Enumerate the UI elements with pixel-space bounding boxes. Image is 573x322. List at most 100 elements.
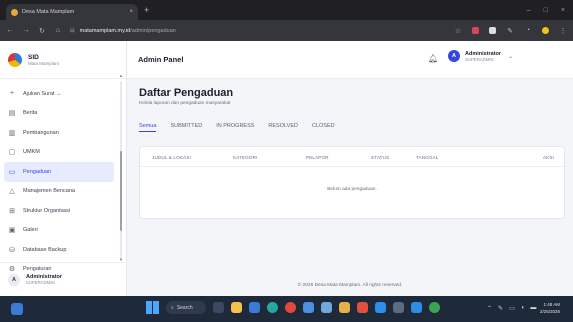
- admin-avatar: A: [448, 50, 460, 62]
- topbar: Admin Panel 🔔︎ A Administrator SUPERADMI…: [127, 41, 573, 79]
- sidebar-item-label: Ajukan Surat →: [23, 90, 62, 97]
- sidebar: SID Mata Mamplam + Ajukan Surat → ▤ Berita ▥…: [0, 41, 127, 296]
- task-view-icon[interactable]: [213, 302, 224, 313]
- store-icon[interactable]: [249, 302, 260, 313]
- browser-toolbar: ← → ↻ ⌂ ⊟ matamamplam.my.id/admin/pengad…: [0, 20, 573, 41]
- complaints-table: JUDUL & LOKASI KATEGORI PELAPOR STATUS TANGG…: [139, 146, 565, 219]
- browser-tab[interactable]: Desa Mata Mamplam ×: [6, 4, 138, 20]
- building-icon: ▥: [8, 129, 16, 137]
- taskbar-search[interactable]: ⌕ Search: [166, 301, 206, 314]
- bookmark-star-icon[interactable]: ☆: [454, 27, 462, 35]
- pen-icon[interactable]: ✎: [506, 27, 514, 35]
- extension-red-icon[interactable]: [472, 27, 479, 34]
- volume-icon[interactable]: ◖: [521, 305, 525, 312]
- column-header: STATUS: [371, 155, 390, 160]
- page-subtitle: Kelola laporan dan pengaduan masyarakat: [139, 101, 231, 106]
- sidebar-menu: + Ajukan Surat → ▤ Berita ▥ Pembangunan ▢ UMKM ▭…: [0, 79, 126, 279]
- widgets-icon[interactable]: [11, 303, 23, 315]
- file-explorer-icon[interactable]: [231, 302, 242, 313]
- close-window-button[interactable]: ×: [561, 7, 565, 14]
- vlc-icon[interactable]: [357, 302, 368, 313]
- site-info-icon[interactable]: ⊟: [70, 28, 75, 34]
- monitor-icon[interactable]: ▭: [509, 305, 515, 312]
- back-icon[interactable]: ←: [6, 27, 14, 34]
- url-path: /admin/pengaduan: [130, 27, 176, 34]
- notification-badge-icon[interactable]: [429, 302, 440, 313]
- chrome-icon[interactable]: [285, 302, 296, 313]
- admin-menu[interactable]: A Administrator SUPERADMIN ⌄: [448, 50, 513, 62]
- column-header: TANGGAL: [416, 155, 439, 160]
- tab-semua[interactable]: Semua: [139, 123, 157, 132]
- sidebar-item-label: Pengaduan: [23, 168, 52, 175]
- column-header: AKSI: [542, 155, 554, 160]
- chat-icon: ▭: [8, 168, 16, 176]
- image-icon: ▣: [8, 227, 16, 235]
- sidebar-item-label: Manajemen Bencana: [23, 188, 75, 195]
- git-icon[interactable]: [339, 302, 350, 313]
- scrollbar-thumb[interactable]: [120, 151, 122, 231]
- vscode-icon[interactable]: [375, 302, 386, 313]
- brand[interactable]: SID Mata Mamplam: [0, 41, 126, 79]
- address-bar[interactable]: ⊟ matamamplam.my.id/admin/pengaduan: [70, 24, 446, 38]
- table-header: JUDUL & LOKASI KATEGORI PELAPOR STATUS TANGG…: [140, 147, 564, 167]
- forward-icon[interactable]: →: [22, 27, 30, 34]
- arrow-app-icon[interactable]: [411, 302, 422, 313]
- search-label: Search: [176, 304, 193, 311]
- sidebar-item-pengaduan[interactable]: ▭ Pengaduan: [4, 162, 114, 182]
- tab-in-progress[interactable]: IN PROGRESS: [216, 123, 254, 132]
- main-content: Daftar Pengaduan Kelola laporan dan peng…: [127, 79, 573, 296]
- column-header: PELAPOR: [306, 155, 329, 160]
- window-controls: – □ ×: [527, 7, 573, 14]
- terminal-icon[interactable]: [393, 302, 404, 313]
- edge-icon[interactable]: [267, 302, 278, 313]
- sidebar-item-manajemen-bencana[interactable]: △ Manajemen Bencana: [0, 182, 114, 202]
- tab-submitted[interactable]: SUBMITTED: [170, 123, 202, 132]
- sidebar-item-berita[interactable]: ▤ Berita: [0, 104, 114, 124]
- tab-close-icon[interactable]: ×: [129, 9, 133, 15]
- minimize-button[interactable]: –: [527, 7, 531, 14]
- sidebar-item-ajukan-surat[interactable]: + Ajukan Surat →: [0, 84, 114, 104]
- date: 2/25/2026: [540, 309, 561, 314]
- photos-icon[interactable]: [303, 302, 314, 313]
- sidebar-item-struktur-organisasi[interactable]: ⊞ Struktur Organisasi: [0, 201, 114, 221]
- page-header-title: Admin Panel: [138, 55, 184, 64]
- plus-icon: +: [9, 90, 15, 98]
- history-icon[interactable]: ◔: [524, 27, 532, 34]
- profile-icon[interactable]: [542, 27, 549, 34]
- reload-icon[interactable]: ↻: [38, 27, 46, 35]
- home-icon[interactable]: ⌂: [54, 27, 62, 34]
- maximize-button[interactable]: □: [544, 7, 548, 14]
- admin-role: SUPERADMIN: [465, 56, 494, 62]
- taskbar: ⌕ Search ⌃ ✎ ▭ ◖ ▬ 1:48 AM 2/25/2026: [0, 296, 573, 322]
- status-tabs: Semua SUBMITTED IN PROGRESS RESOLVED CLOSED: [139, 123, 335, 132]
- tray-chevron-icon[interactable]: ⌃: [487, 305, 492, 312]
- footer-copyright: © 2026 Desa Mata Mamplam. All rights res…: [297, 283, 403, 288]
- news-icon: ▤: [8, 110, 16, 118]
- pen-tray-icon[interactable]: ✎: [498, 305, 503, 312]
- battery-icon[interactable]: ▬: [530, 305, 536, 312]
- windows-start-icon[interactable]: [146, 301, 159, 314]
- sidebar-item-label: UMKM: [23, 149, 40, 156]
- scroll-up-icon[interactable]: ▲: [119, 73, 123, 78]
- search-icon: ⌕: [171, 304, 174, 311]
- tab-resolved[interactable]: RESOLVED: [268, 123, 298, 132]
- brand-subtitle: Mata Mamplam: [28, 60, 60, 66]
- sidebar-user[interactable]: A Administrator SUPERADMIN: [0, 262, 126, 296]
- tab-closed[interactable]: CLOSED: [312, 123, 335, 132]
- sidebar-item-umkm[interactable]: ▢ UMKM: [0, 143, 114, 163]
- sidebar-item-database-backup[interactable]: ⛁ Database Backup: [0, 240, 114, 260]
- menu-kebab-icon[interactable]: ⋮: [559, 27, 567, 35]
- sidebar-item-pembangunan[interactable]: ▥ Pembangunan: [0, 123, 114, 143]
- warning-icon: △: [9, 188, 15, 196]
- taskbar-clock[interactable]: 1:48 AM 2/25/2026: [540, 301, 560, 315]
- page-title: Daftar Pengaduan: [139, 87, 234, 99]
- chevron-down-icon: ⌄: [508, 53, 514, 60]
- empty-message: Belum ada pengaduan.: [327, 187, 377, 192]
- extension-white-icon[interactable]: [489, 27, 496, 34]
- sidebar-scrollbar[interactable]: [120, 81, 122, 259]
- notepad-icon[interactable]: [321, 302, 332, 313]
- bell-icon[interactable]: 🔔︎: [428, 54, 438, 63]
- new-tab-button[interactable]: +: [144, 5, 149, 15]
- browser-titlebar: Desa Mata Mamplam × + – □ ×: [0, 0, 573, 20]
- sidebar-item-galeri[interactable]: ▣ Galeri: [0, 221, 114, 241]
